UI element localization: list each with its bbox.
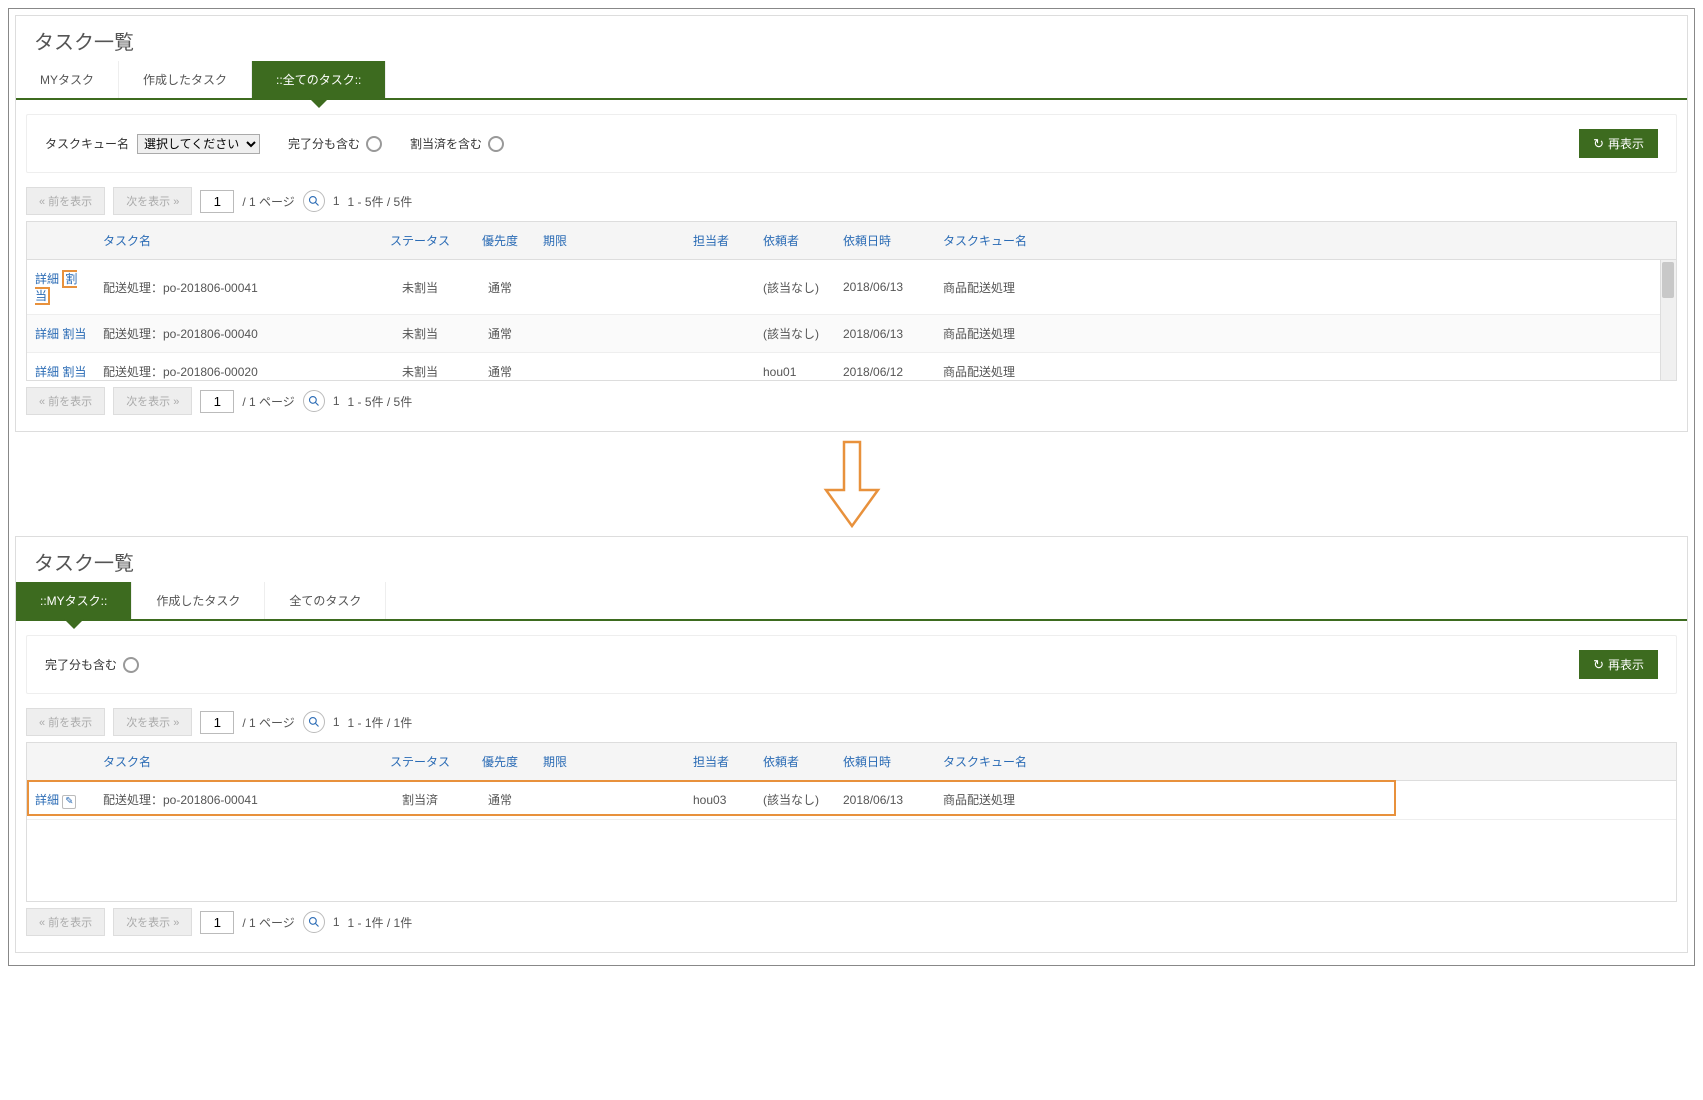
cell-queue: 商品配送処理 bbox=[935, 260, 1045, 315]
table-row: 詳細 割当 配送処理：po-201806-00020 未割当 通常 hou01 … bbox=[27, 353, 1676, 382]
col-queue[interactable]: タスクキュー名 bbox=[935, 222, 1045, 260]
col-requester[interactable]: 依頼者 bbox=[755, 743, 835, 781]
col-request-date[interactable]: 依頼日時 bbox=[835, 222, 935, 260]
task-table: タスク名 ステータス 優先度 期限 担当者 依頼者 依頼日時 タスクキュー名 詳… bbox=[27, 743, 1676, 820]
queue-select[interactable]: 選択してください bbox=[137, 134, 260, 154]
page-input[interactable] bbox=[200, 911, 234, 934]
include-assigned-radio[interactable] bbox=[488, 136, 504, 152]
cell-status: 割当済 bbox=[375, 781, 465, 820]
table-row: 詳細 割当 配送処理：po-201806-00041 未割当 通常 (該当なし)… bbox=[27, 260, 1676, 315]
cell-task-name: 配送処理：po-201806-00041 bbox=[95, 260, 375, 315]
next-page-button[interactable]: 次を表示 » bbox=[113, 908, 192, 936]
col-status[interactable]: ステータス bbox=[375, 222, 465, 260]
arrow-down-icon bbox=[15, 438, 1688, 536]
tab-my-tasks[interactable]: ::MYタスク:: bbox=[16, 582, 132, 619]
page-input[interactable] bbox=[200, 711, 234, 734]
col-assignee[interactable]: 担当者 bbox=[685, 743, 755, 781]
prev-page-button[interactable]: « 前を表示 bbox=[26, 908, 105, 936]
tab-created-tasks[interactable]: 作成したタスク bbox=[119, 61, 252, 98]
cell-date: 2018/06/13 bbox=[835, 260, 935, 315]
assign-link[interactable]: 割当 bbox=[62, 327, 86, 341]
detail-link[interactable]: 詳細 bbox=[35, 327, 59, 341]
cell-status: 未割当 bbox=[375, 260, 465, 315]
cell-deadline bbox=[535, 781, 685, 820]
queue-label: タスクキュー名 bbox=[45, 135, 129, 152]
pager-top: « 前を表示 次を表示 » / 1 ページ 1 1 - 5件 / 5件 bbox=[16, 181, 1687, 221]
include-done-label: 完了分も含む bbox=[288, 135, 360, 152]
task-list-panel-all: タスク一覧 MYタスク 作成したタスク ::全てのタスク:: タスクキュー名 選… bbox=[15, 15, 1688, 432]
include-done-radio[interactable] bbox=[366, 136, 382, 152]
cell-priority: 通常 bbox=[465, 781, 535, 820]
search-icon[interactable] bbox=[303, 911, 325, 933]
refresh-button[interactable]: 再表示 bbox=[1579, 129, 1658, 158]
page-count-single: 1 bbox=[333, 194, 340, 208]
detail-link[interactable]: 詳細 bbox=[35, 365, 59, 379]
cell-queue: 商品配送処理 bbox=[935, 781, 1045, 820]
cell-priority: 通常 bbox=[465, 260, 535, 315]
tabs: ::MYタスク:: 作成したタスク 全てのタスク bbox=[16, 582, 1687, 621]
task-list-panel-my: タスク一覧 ::MYタスク:: 作成したタスク 全てのタスク 完了分も含む 再表… bbox=[15, 536, 1688, 953]
cell-assignee: hou03 bbox=[685, 781, 755, 820]
pager-bottom: « 前を表示 次を表示 » / 1 ページ 1 1 - 1件 / 1件 bbox=[16, 902, 1687, 942]
col-deadline[interactable]: 期限 bbox=[535, 222, 685, 260]
page-input[interactable] bbox=[200, 190, 234, 213]
detail-link[interactable]: 詳細 bbox=[35, 272, 59, 286]
next-page-button[interactable]: 次を表示 » bbox=[113, 187, 192, 215]
cell-task-name: 配送処理：po-201806-00041 bbox=[95, 781, 375, 820]
tab-all-tasks[interactable]: ::全てのタスク:: bbox=[252, 61, 386, 98]
detail-link[interactable]: 詳細 bbox=[35, 793, 59, 807]
task-table: タスク名 ステータス 優先度 期限 担当者 依頼者 依頼日時 タスクキュー名 詳… bbox=[27, 222, 1676, 381]
search-icon[interactable] bbox=[303, 190, 325, 212]
tab-created-tasks[interactable]: 作成したタスク bbox=[132, 582, 265, 619]
cell-deadline bbox=[535, 260, 685, 315]
tab-my-tasks[interactable]: MYタスク bbox=[16, 61, 119, 98]
task-table-wrap: タスク名 ステータス 優先度 期限 担当者 依頼者 依頼日時 タスクキュー名 詳… bbox=[26, 742, 1677, 902]
col-priority[interactable]: 優先度 bbox=[465, 743, 535, 781]
search-icon[interactable] bbox=[303, 390, 325, 412]
task-table-wrap: タスク名 ステータス 優先度 期限 担当者 依頼者 依頼日時 タスクキュー名 詳… bbox=[26, 221, 1677, 381]
table-row: 詳細 ✎ 配送処理：po-201806-00041 割当済 通常 hou03 (… bbox=[27, 781, 1676, 820]
tabs: MYタスク 作成したタスク ::全てのタスク:: bbox=[16, 61, 1687, 100]
scrollbar[interactable] bbox=[1660, 260, 1676, 380]
refresh-button[interactable]: 再表示 bbox=[1579, 650, 1658, 679]
page-input[interactable] bbox=[200, 390, 234, 413]
page-title: タスク一覧 bbox=[16, 16, 1687, 61]
pager-top: « 前を表示 次を表示 » / 1 ページ 1 1 - 1件 / 1件 bbox=[16, 702, 1687, 742]
cell-date: 2018/06/13 bbox=[835, 781, 935, 820]
pager-bottom: « 前を表示 次を表示 » / 1 ページ 1 1 - 5件 / 5件 bbox=[16, 381, 1687, 421]
col-task-name[interactable]: タスク名 bbox=[95, 743, 375, 781]
prev-page-button[interactable]: « 前を表示 bbox=[26, 387, 105, 415]
include-done-radio[interactable] bbox=[123, 657, 139, 673]
assign-link[interactable]: 割当 bbox=[62, 365, 86, 379]
col-task-name[interactable]: タスク名 bbox=[95, 222, 375, 260]
edit-icon[interactable]: ✎ bbox=[62, 795, 76, 809]
filter-bar: 完了分も含む 再表示 bbox=[26, 635, 1677, 694]
next-page-button[interactable]: 次を表示 » bbox=[113, 387, 192, 415]
table-row: 詳細 割当 配送処理：po-201806-00040 未割当 通常 (該当なし)… bbox=[27, 315, 1676, 353]
prev-page-button[interactable]: « 前を表示 bbox=[26, 708, 105, 736]
cell-assignee bbox=[685, 260, 755, 315]
next-page-button[interactable]: 次を表示 » bbox=[113, 708, 192, 736]
filter-bar: タスクキュー名 選択してください 完了分も含む 割当済を含む 再表示 bbox=[26, 114, 1677, 173]
page-title: タスク一覧 bbox=[16, 537, 1687, 582]
include-assigned-label: 割当済を含む bbox=[410, 135, 482, 152]
include-done-label: 完了分も含む bbox=[45, 656, 117, 673]
page-of-label: / 1 ページ bbox=[242, 193, 294, 210]
col-priority[interactable]: 優先度 bbox=[465, 222, 535, 260]
cell-requester: (該当なし) bbox=[755, 781, 835, 820]
col-requester[interactable]: 依頼者 bbox=[755, 222, 835, 260]
col-assignee[interactable]: 担当者 bbox=[685, 222, 755, 260]
search-icon[interactable] bbox=[303, 711, 325, 733]
cell-requester: (該当なし) bbox=[755, 260, 835, 315]
tab-all-tasks[interactable]: 全てのタスク bbox=[265, 582, 386, 619]
col-queue[interactable]: タスクキュー名 bbox=[935, 743, 1045, 781]
col-request-date[interactable]: 依頼日時 bbox=[835, 743, 935, 781]
col-deadline[interactable]: 期限 bbox=[535, 743, 685, 781]
page-count-range: 1 - 5件 / 5件 bbox=[348, 193, 413, 210]
prev-page-button[interactable]: « 前を表示 bbox=[26, 187, 105, 215]
col-status[interactable]: ステータス bbox=[375, 743, 465, 781]
